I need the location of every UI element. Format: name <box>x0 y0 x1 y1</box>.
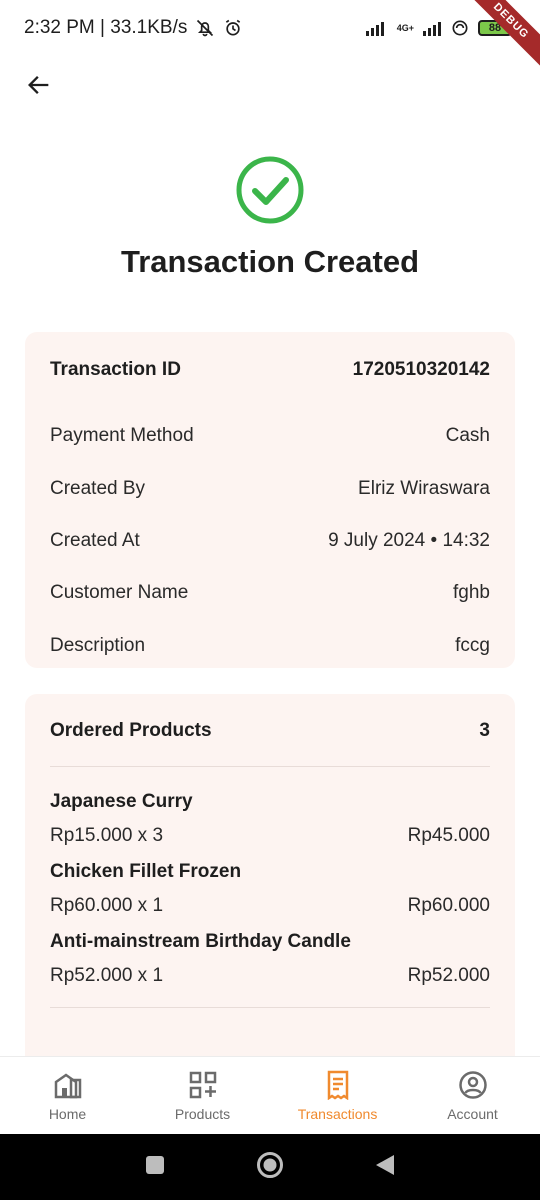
system-navigation-bar <box>0 1134 540 1200</box>
ordered-products-count: 3 <box>479 720 490 741</box>
product-item: Anti-mainstream Birthday Candle Rp52.000… <box>50 931 490 989</box>
transaction-info-card: Transaction ID 1720510320142 Payment Met… <box>25 332 515 668</box>
info-label: Created At <box>50 529 140 551</box>
nav-item-transactions[interactable]: Transactions <box>270 1057 405 1134</box>
info-value: 9 July 2024 • 14:32 <box>328 529 490 551</box>
product-name: Japanese Curry <box>50 791 193 812</box>
created-by-row: Created By Elriz Wiraswara <box>50 462 490 514</box>
sync-icon <box>452 20 468 36</box>
product-name: Anti-mainstream Birthday Candle <box>50 931 351 952</box>
nav-label: Transactions <box>297 1105 378 1122</box>
info-label: Customer Name <box>50 582 189 604</box>
info-value: fccg <box>455 634 490 656</box>
product-item: Chicken Fillet Frozen Rp60.000 x 1 Rp60.… <box>50 861 490 919</box>
receipt-icon <box>323 1070 353 1100</box>
created-at-row: Created At 9 July 2024 • 14:32 <box>50 515 490 567</box>
status-bar: 2:32 PM | 33.1KB/s 4G+ 88 <box>0 0 540 56</box>
ordered-products-title: Ordered Products <box>50 720 212 741</box>
description-row: Description fccg <box>50 620 490 672</box>
status-right: 4G+ 88 <box>365 18 512 38</box>
payment-method-row: Payment Method Cash <box>50 410 490 462</box>
divider <box>50 766 490 767</box>
bottom-navigation: Home Products Transactions Account <box>0 1056 540 1134</box>
product-total: Rp52.000 <box>407 965 490 986</box>
product-total: Rp60.000 <box>407 895 490 916</box>
nav-label: Home <box>48 1105 87 1122</box>
product-price-qty: Rp60.000 x 1 <box>50 895 164 916</box>
info-value: Cash <box>445 425 490 447</box>
signal-icon <box>423 22 441 36</box>
status-left: 2:32 PM | 33.1KB/s <box>24 17 243 39</box>
qr-icon <box>188 1070 218 1100</box>
home-icon <box>53 1070 83 1100</box>
product-total: Rp45.000 <box>407 825 490 846</box>
product-line: Rp52.000 x 1 Rp52.000 <box>50 965 490 989</box>
customer-name-row: Customer Name fghb <box>50 567 490 619</box>
transaction-id-value: 1720510320142 <box>352 359 490 380</box>
alarm-icon <box>226 19 241 36</box>
circle-icon <box>257 1151 283 1178</box>
back-button[interactable] <box>22 68 56 102</box>
status-time-speed: 2:32 PM | 33.1KB/s <box>24 17 188 38</box>
arrow-back-icon <box>28 76 49 94</box>
network-type: 4G+ <box>396 23 414 33</box>
signal-icon <box>365 22 384 36</box>
divider <box>50 1007 490 1008</box>
notifications-off-icon <box>197 19 214 37</box>
product-line: Rp60.000 x 1 Rp60.000 <box>50 895 490 919</box>
nav-item-account[interactable]: Account <box>405 1057 540 1134</box>
product-name: Chicken Fillet Frozen <box>50 861 242 882</box>
info-label: Payment Method <box>50 425 194 447</box>
product-price-qty: Rp52.000 x 1 <box>50 965 164 986</box>
product-line: Rp15.000 x 3 Rp45.000 <box>50 825 490 849</box>
transaction-id-row: Transaction ID 1720510320142 <box>50 358 490 382</box>
check-circle-icon <box>236 156 304 224</box>
recents-button[interactable] <box>144 1154 166 1181</box>
home-system-button[interactable] <box>256 1151 284 1184</box>
info-label: Description <box>50 634 146 656</box>
nav-label: Products <box>174 1105 231 1122</box>
ordered-products-header: Ordered Products 3 <box>50 720 490 744</box>
info-label: Created By <box>50 477 146 499</box>
page-title: Transaction Created <box>120 244 420 279</box>
info-value: Elriz Wiraswara <box>358 477 490 499</box>
square-icon <box>146 1155 164 1174</box>
info-value: fghb <box>453 582 490 604</box>
nav-item-products[interactable]: Products <box>135 1057 270 1134</box>
transaction-id-label: Transaction ID <box>50 359 181 380</box>
nav-item-home[interactable]: Home <box>0 1057 135 1134</box>
ordered-products-card: Ordered Products 3 Japanese Curry Rp15.0… <box>25 694 515 1074</box>
product-item: Japanese Curry Rp15.000 x 3 Rp45.000 <box>50 791 490 849</box>
triangle-back-icon <box>376 1154 394 1175</box>
product-price-qty: Rp15.000 x 3 <box>50 825 164 846</box>
back-system-button[interactable] <box>374 1153 396 1182</box>
nav-label: Account <box>447 1105 498 1122</box>
account-icon <box>458 1070 488 1100</box>
